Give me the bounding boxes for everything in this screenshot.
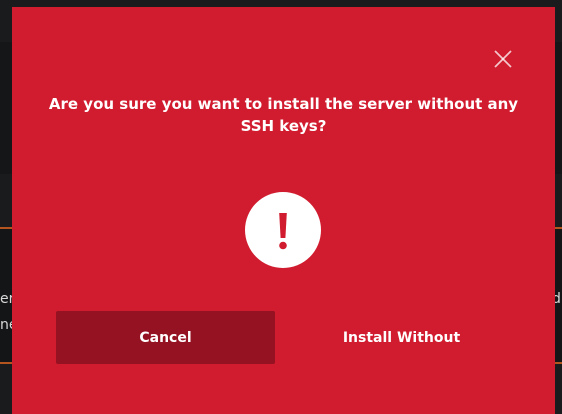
dialog-title: Are you sure you want to install the ser… bbox=[48, 95, 519, 135]
close-icon[interactable] bbox=[491, 47, 515, 71]
install-without-button[interactable]: Install Without bbox=[292, 311, 511, 364]
exclamation-icon bbox=[245, 192, 321, 268]
confirm-dialog: Are you sure you want to install the ser… bbox=[12, 7, 555, 414]
cancel-button[interactable]: Cancel bbox=[56, 311, 275, 364]
